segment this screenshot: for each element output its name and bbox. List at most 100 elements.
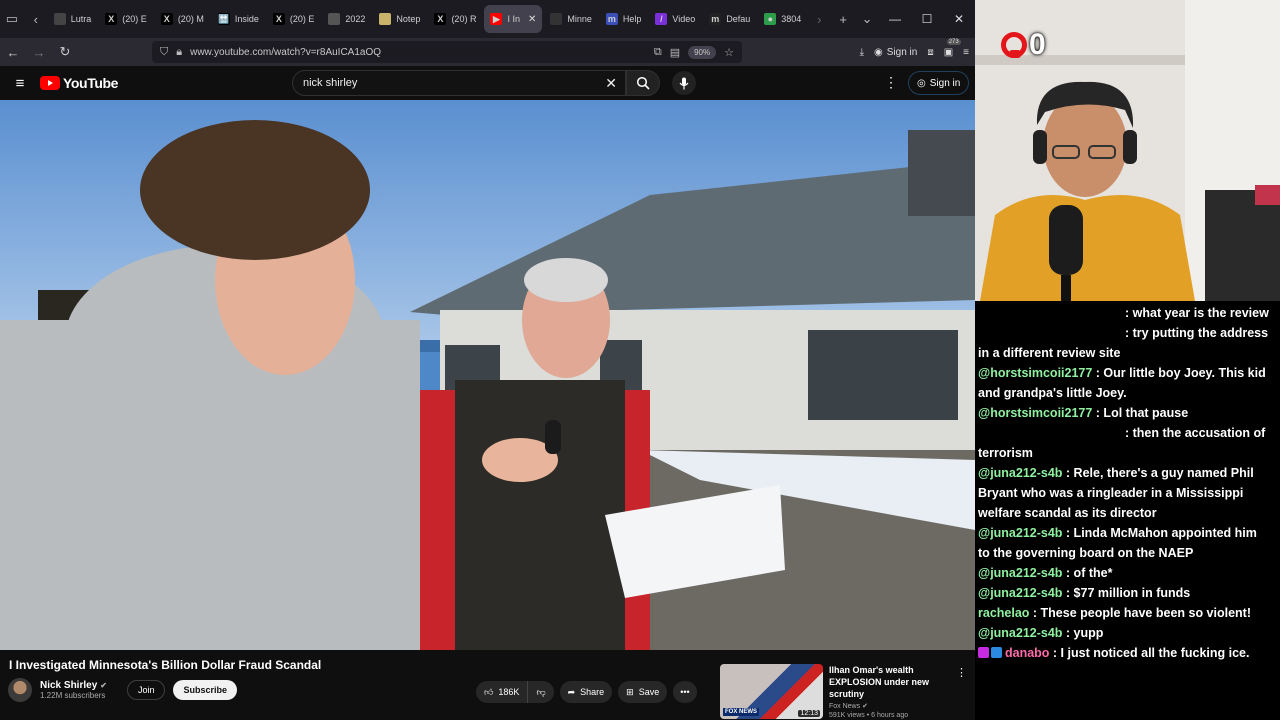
chat-username[interactable]: @juna212-s4b — [978, 566, 1062, 580]
chat-message: : try putting the address in a different… — [978, 323, 1270, 363]
tab-label: Notep — [396, 14, 421, 24]
join-button[interactable]: Join — [126, 680, 166, 700]
voice-search-button[interactable] — [672, 71, 696, 95]
browser-tab[interactable]: 2022 — [322, 5, 371, 33]
window-controls: — ☐ ✕ — [879, 12, 975, 26]
more-options-icon[interactable]: ⋮ — [884, 74, 898, 91]
browser-tab[interactable]: Minne — [544, 5, 598, 33]
chat-username[interactable]: @horstsimcoii2177 — [978, 366, 1092, 380]
search-input[interactable]: nick shirley ✕ — [292, 70, 626, 96]
account-signin-button[interactable]: ◉ Sign in — [874, 47, 917, 58]
browser-tab[interactable]: m Help — [600, 5, 648, 33]
channel-avatar[interactable] — [8, 678, 32, 702]
chat-message: : what year is the review — [978, 303, 1270, 323]
forward-icon[interactable]: → — [26, 45, 52, 60]
dislike-button[interactable]: 👎︎ — [527, 681, 554, 703]
tab-favicon-icon: X — [272, 13, 285, 25]
browser-tab[interactable]: ● 3804 — [758, 5, 807, 33]
tab-label: Lutra — [70, 14, 92, 24]
zoom-level[interactable]: 90% — [688, 45, 717, 59]
reader-view-icon[interactable]: ▤ — [670, 46, 680, 59]
close-window-icon[interactable]: ✕ — [943, 12, 975, 26]
tab-overview-icon[interactable]: ▭ — [0, 6, 24, 32]
chat-username[interactable]: @horstsimcoii2177 — [978, 406, 1092, 420]
tab-list-chevron-icon[interactable]: ⌄ — [855, 6, 879, 32]
like-button[interactable]: 👍︎ 186K — [476, 681, 528, 703]
bookmark-icon: ⊞ — [626, 686, 634, 697]
new-tab-icon[interactable]: + — [831, 6, 855, 32]
minimize-icon[interactable]: — — [879, 12, 911, 26]
video-player[interactable] — [0, 100, 975, 650]
browser-tab[interactable]: X (20) R — [428, 5, 482, 33]
chat-username[interactable]: danabo — [1005, 646, 1049, 660]
tab-label: Minne — [567, 14, 592, 24]
browser-tab[interactable]: X (20) M — [155, 5, 210, 33]
browser-tab[interactable]: 🔛 Inside — [212, 5, 265, 33]
recommended-title[interactable]: Ilhan Omar's wealth EXPLOSION under new … — [829, 664, 957, 700]
tab-favicon-icon — [53, 13, 66, 25]
menu-icon[interactable]: ≡ — [963, 47, 969, 58]
extension-badge-icon[interactable]: ▣ 273 — [944, 38, 961, 58]
chat-username[interactable]: rachelao — [978, 606, 1029, 620]
chat-text: : I just noticed all the fucking ice. — [1049, 646, 1250, 660]
tab-label: I In — [507, 14, 520, 24]
tab-favicon-icon: m — [605, 13, 618, 25]
guide-menu-icon[interactable]: ≡ — [0, 75, 40, 92]
downloads-icon[interactable]: ⤓ — [860, 47, 864, 58]
youtube-logo[interactable]: YouTube — [40, 75, 118, 91]
browser-tab[interactable]: X (20) E — [267, 5, 321, 33]
tab-scroll-right-icon[interactable]: › — [807, 6, 831, 32]
browser-tab[interactable]: m Defau — [703, 5, 756, 33]
chat-panel: : what year is the review: try putting t… — [975, 301, 1280, 720]
browser-tab[interactable]: Lutra — [48, 5, 98, 33]
youtube-signin-label: Sign in — [929, 77, 961, 89]
url-bar[interactable]: ⛉ 🔒︎ www.youtube.com/watch?v=r8AuICA1aOQ… — [152, 41, 742, 63]
url-text[interactable]: www.youtube.com/watch?v=r8AuICA1aOQ — [190, 47, 381, 58]
more-actions-button[interactable]: ••• — [673, 681, 697, 703]
subscribe-button[interactable]: Subscribe — [173, 680, 237, 700]
reload-icon[interactable]: ↻ — [52, 44, 78, 60]
clear-search-icon[interactable]: ✕ — [605, 75, 617, 92]
browser-tab[interactable]: X (20) E — [99, 5, 153, 33]
back-icon[interactable]: ← — [0, 45, 26, 60]
chat-text: : yupp — [1062, 626, 1104, 640]
channel-name-row[interactable]: Nick Shirley ✔ — [40, 680, 107, 691]
chat-username[interactable]: @juna212-s4b — [978, 586, 1062, 600]
browser-tab[interactable]: ▶ I In ✕ — [484, 5, 543, 33]
maximize-icon[interactable]: ☐ — [911, 12, 943, 26]
channel-name[interactable]: Nick Shirley — [40, 680, 97, 691]
recommended-more-icon[interactable]: ⋮ — [956, 666, 967, 679]
save-button[interactable]: ⊞ Save — [618, 681, 668, 703]
browser-window: ▭ ‹ Lutra X (20) E X (20) M 🔛 Inside X (20) E 202… — [0, 0, 975, 720]
tab-scroll-left-icon[interactable]: ‹ — [24, 6, 48, 32]
picture-in-picture-icon[interactable]: ⧉ — [654, 46, 662, 59]
screen: ▭ ‹ Lutra X (20) E X (20) M 🔛 Inside X (20) E 202… — [0, 0, 1280, 720]
shield-icon[interactable]: ⛉ — [160, 46, 168, 59]
youtube-logo-text: YouTube — [63, 75, 119, 91]
chat-username[interactable]: @juna212-s4b — [978, 626, 1062, 640]
extensions-icon[interactable]: ⧈ — [927, 47, 933, 58]
bookmark-star-icon[interactable]: ☆ — [724, 46, 734, 59]
tab-bar: ▭ ‹ Lutra X (20) E X (20) M 🔛 Inside X (20) E 202… — [0, 0, 975, 38]
account-signin-label: Sign in — [886, 46, 918, 58]
search-button[interactable] — [626, 70, 660, 96]
chat-message: danabo : I just noticed all the fucking … — [978, 643, 1270, 663]
tab-favicon-icon: m — [709, 13, 722, 25]
recommended-info: Ilhan Omar's wealth EXPLOSION under new … — [829, 664, 975, 720]
close-tab-icon[interactable]: ✕ — [528, 14, 536, 25]
tab-list: Lutra X (20) E X (20) M 🔛 Inside X (20) E 2022 Not… — [48, 5, 808, 33]
lock-icon[interactable]: 🔒︎ — [176, 46, 182, 59]
search-input-value: nick shirley — [303, 77, 358, 89]
chat-username[interactable]: @juna212-s4b — [978, 466, 1062, 480]
browser-tab[interactable]: / Video — [649, 5, 701, 33]
youtube-signin-button[interactable]: ◎ Sign in — [908, 71, 970, 95]
recommended-channel[interactable]: Fox News ✔ — [829, 702, 975, 710]
channel-row: Nick Shirley ✔ 1.22M subscribers Join Su… — [8, 678, 237, 702]
recommended-video[interactable]: FOX NEWS 12:13 Ilhan Omar's wealth EXPLO… — [720, 664, 975, 720]
share-button[interactable]: ➦ Share — [559, 681, 613, 703]
browser-tab[interactable]: Notep — [373, 5, 426, 33]
chat-message: @horstsimcoii2177 : Our little boy Joey.… — [978, 363, 1270, 403]
chat-username[interactable]: @juna212-s4b — [978, 526, 1062, 540]
recommended-thumbnail[interactable]: FOX NEWS 12:13 — [720, 664, 823, 719]
tab-favicon-icon — [379, 13, 392, 25]
